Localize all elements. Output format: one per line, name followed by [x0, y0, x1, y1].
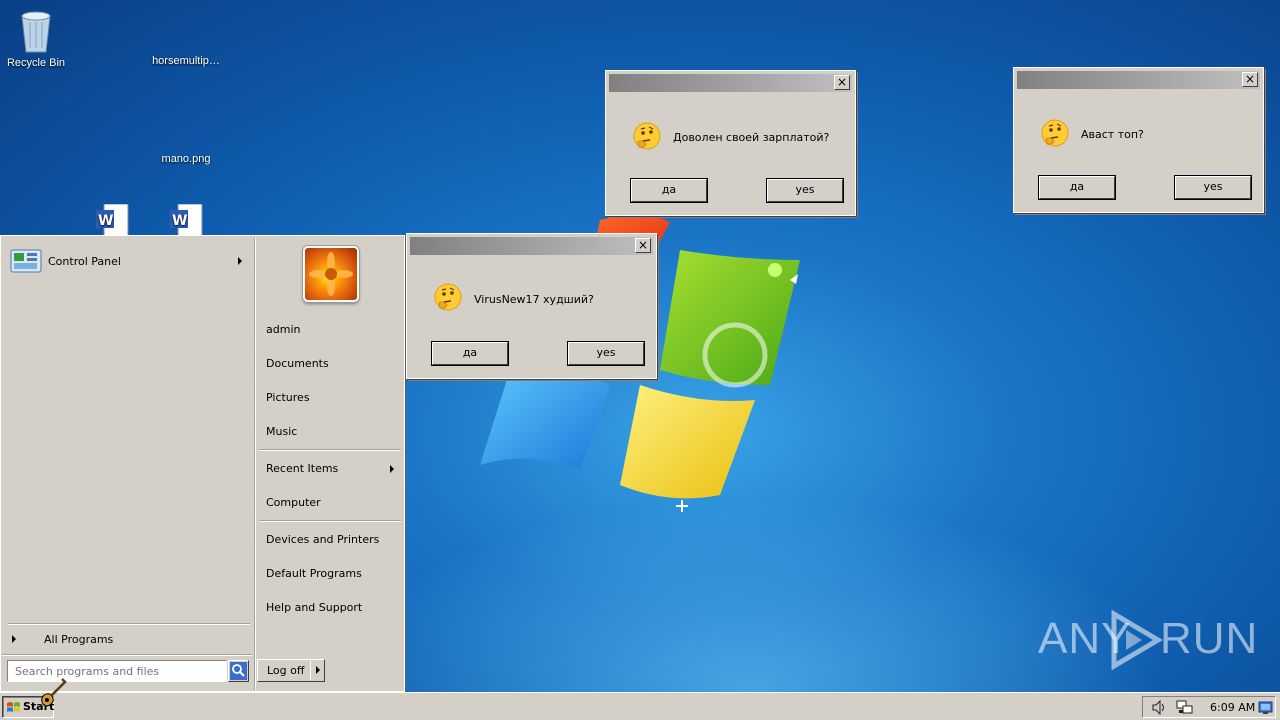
logoff-divider: [310, 661, 311, 680]
taskbar: Start 6:09 AM: [0, 678, 1280, 720]
desktop-icon-mano-png[interactable]: mano.png: [146, 124, 226, 165]
start-item-admin[interactable]: admin: [258, 318, 400, 342]
start-item-label: Devices and Printers: [266, 533, 380, 546]
submenu-arrow-icon: [238, 257, 242, 265]
user-avatar[interactable]: [303, 246, 359, 302]
dialog-message: VirusNew17 худший?: [474, 293, 594, 306]
desktop-icon-label: Recycle Bin: [6, 57, 66, 69]
guitar-cursor-icon: [41, 678, 67, 707]
word-document-icon: W: [170, 204, 203, 236]
svg-text:W: W: [172, 213, 187, 229]
dialog-avast: × Аваст топ? да yes: [1013, 67, 1264, 213]
close-button[interactable]: ×: [635, 238, 651, 253]
start-item-help-and-support[interactable]: Help and Support: [258, 596, 400, 620]
da-button[interactable]: да: [431, 341, 509, 366]
start-menu-separator: [2, 654, 252, 656]
close-button[interactable]: ×: [834, 75, 850, 90]
desktop-icon-word-doc-2[interactable]: W: [146, 204, 226, 236]
start-menu-separator: [8, 623, 250, 625]
dialog-salary: × Доволен своей зарплатой? да yes: [605, 70, 856, 216]
anyrun-watermark: ANY RUN: [1038, 608, 1257, 670]
word-document-icon: W: [96, 204, 129, 236]
da-button[interactable]: да: [1038, 175, 1116, 200]
desktop-icon-word-doc-1[interactable]: W: [72, 204, 152, 236]
show-desktop-icon[interactable]: [1258, 700, 1273, 715]
control-panel-icon: [10, 249, 42, 273]
start-item-label: Default Programs: [266, 567, 362, 580]
thinking-face-icon: [633, 122, 661, 150]
start-item-devices-and-printers[interactable]: Devices and Printers: [258, 528, 400, 552]
blank-file-icon: [164, 126, 208, 149]
network-icon[interactable]: [1176, 700, 1193, 715]
yes-button[interactable]: yes: [1174, 175, 1252, 200]
search-button[interactable]: [228, 660, 249, 682]
start-menu-divider: [254, 238, 256, 690]
close-icon: ×: [637, 238, 649, 252]
dialog-titlebar[interactable]: ×: [410, 237, 653, 255]
desktop-icon-label: horsemultip…: [152, 55, 220, 67]
start-item-documents[interactable]: Documents: [258, 352, 400, 376]
all-programs-label: All Programs: [44, 633, 114, 646]
start-item-control-panel[interactable]: Control Panel: [6, 247, 248, 275]
system-tray: 6:09 AM: [1142, 696, 1276, 718]
watermark-text-run: RUN: [1160, 614, 1259, 663]
svg-text:W: W: [98, 213, 113, 229]
dialog-virusnew17: × VirusNew17 худший? да yes: [406, 233, 657, 379]
dialog-message: Доволен своей зарплатой?: [673, 131, 830, 144]
start-menu-separator: [259, 449, 401, 451]
close-icon: ×: [1244, 72, 1256, 86]
start-item-label: Documents: [266, 357, 329, 370]
start-item-label: Help and Support: [266, 601, 363, 614]
thinking-face-icon: [1041, 119, 1069, 147]
thinking-face-icon: [434, 283, 462, 311]
start-item-music[interactable]: Music: [258, 420, 400, 444]
close-button[interactable]: ×: [1242, 72, 1258, 87]
start-menu-left-pane: [3, 238, 253, 689]
watermark-text-any: ANY: [1038, 614, 1132, 663]
close-icon: ×: [836, 75, 848, 89]
start-item-label: Control Panel: [48, 255, 121, 268]
start-item-pictures[interactable]: Pictures: [258, 386, 400, 410]
all-programs-button[interactable]: All Programs: [6, 628, 248, 650]
taskbar-clock[interactable]: 6:09 AM: [1210, 701, 1255, 714]
desktop-icon-recycle-bin[interactable]: Recycle Bin: [0, 8, 76, 69]
all-programs-arrow-icon: [12, 635, 16, 643]
submenu-arrow-icon: [390, 465, 394, 473]
search-icon: [230, 662, 247, 680]
desktop-icon-horsemultip[interactable]: horsemultip…: [146, 26, 226, 67]
dialog-titlebar[interactable]: ×: [1017, 71, 1260, 89]
start-item-label: Recent Items: [266, 462, 339, 475]
speaker-icon[interactable]: [1151, 700, 1167, 715]
flower-picture-icon: [309, 252, 353, 296]
yes-button[interactable]: yes: [567, 341, 645, 366]
windows-logo-icon: [7, 702, 20, 712]
logoff-options-arrow-icon[interactable]: [316, 666, 320, 674]
yes-button[interactable]: yes: [766, 178, 844, 203]
start-item-default-programs[interactable]: Default Programs: [258, 562, 400, 586]
blank-file-icon: [164, 28, 208, 51]
da-button[interactable]: да: [630, 178, 708, 203]
dialog-titlebar[interactable]: ×: [609, 74, 852, 92]
start-item-label: admin: [266, 323, 301, 336]
logoff-button[interactable]: Log off: [257, 659, 325, 682]
start-item-computer[interactable]: Computer: [258, 491, 400, 515]
recycle-bin-icon: [21, 11, 51, 53]
dialog-message: Аваст топ?: [1081, 128, 1144, 141]
start-item-label: Pictures: [266, 391, 310, 404]
start-menu-separator: [259, 520, 401, 522]
start-item-label: Computer: [266, 496, 321, 509]
start-item-recent-items[interactable]: Recent Items: [258, 457, 400, 481]
logoff-label: Log off: [267, 664, 305, 677]
start-item-label: Music: [266, 425, 298, 438]
desktop-icon-label: mano.png: [161, 153, 211, 165]
